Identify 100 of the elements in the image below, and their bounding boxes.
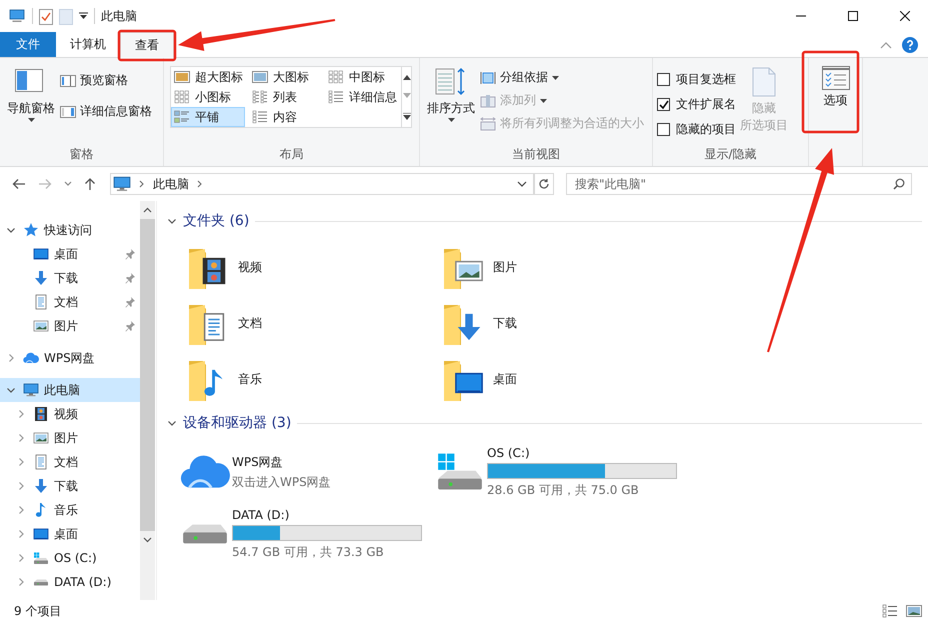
drive-name[interactable]: WPS网盘 bbox=[232, 454, 331, 470]
chevron-right-icon[interactable] bbox=[16, 553, 26, 563]
chevron-right-icon[interactable] bbox=[139, 180, 145, 188]
annotation-box bbox=[118, 30, 176, 62]
group-label: 布局 bbox=[278, 146, 304, 163]
navigation-pane-button[interactable]: 导航窗格 bbox=[4, 62, 58, 144]
layout-option[interactable]: 大图标 bbox=[249, 67, 321, 87]
layout-option[interactable]: 中图标 bbox=[325, 67, 401, 87]
section-header[interactable]: 设备和驱动器 (3) bbox=[183, 414, 292, 432]
list-icon bbox=[252, 110, 268, 124]
chevron-right-icon[interactable] bbox=[16, 505, 26, 515]
checklist-icon[interactable] bbox=[39, 8, 53, 24]
nav-item[interactable]: 下载 bbox=[0, 266, 140, 290]
nav-item[interactable]: WPS网盘 bbox=[0, 346, 140, 370]
checkbox[interactable]: 隐藏的项目 bbox=[657, 121, 736, 138]
search-field[interactable]: 搜索"此电脑" bbox=[566, 173, 912, 195]
nav-item[interactable]: OS (C:) bbox=[0, 546, 140, 570]
help-icon[interactable] bbox=[902, 36, 918, 52]
nav-item[interactable]: 图片 bbox=[0, 426, 140, 450]
layout-option[interactable]: 详细信息 bbox=[325, 87, 401, 107]
nav-item[interactable]: 桌面 bbox=[0, 522, 140, 546]
folder-name[interactable]: 视频 bbox=[238, 258, 262, 276]
layout-option[interactable]: 内容 bbox=[249, 107, 321, 127]
layout-option[interactable]: 平铺 bbox=[171, 107, 245, 127]
customize-caret-icon[interactable] bbox=[79, 12, 88, 20]
caret-icon bbox=[552, 76, 559, 80]
ribbon-tab[interactable]: 查看 bbox=[120, 32, 174, 58]
chevron-right-icon[interactable] bbox=[6, 353, 16, 363]
file-menu-button[interactable]: 文件 bbox=[0, 32, 56, 57]
chevron-down-icon[interactable] bbox=[167, 216, 177, 226]
chevron-right-icon[interactable] bbox=[16, 433, 26, 443]
folder-name[interactable]: 音乐 bbox=[238, 370, 262, 388]
chevron-right-icon[interactable] bbox=[197, 180, 203, 188]
chevron-right-icon[interactable] bbox=[16, 577, 26, 587]
layout-option[interactable]: 小图标 bbox=[171, 87, 245, 107]
folder-name[interactable]: 图片 bbox=[493, 258, 517, 276]
nav-item[interactable]: 图片 bbox=[0, 314, 140, 338]
group-by-button[interactable]: 分组依据 bbox=[480, 69, 559, 86]
back-icon[interactable] bbox=[12, 178, 26, 190]
options-button[interactable]: 选项 bbox=[818, 62, 852, 144]
computer-icon bbox=[23, 382, 39, 398]
group-icon bbox=[480, 70, 496, 84]
chevron-right-icon[interactable] bbox=[16, 409, 26, 419]
drive-description: 双击进入WPS网盘 bbox=[232, 474, 331, 490]
section-header[interactable]: 文件夹 (6) bbox=[183, 212, 250, 230]
chevron-down-icon[interactable] bbox=[6, 385, 16, 395]
layout-option[interactable]: 超大图标 bbox=[171, 67, 245, 87]
sort-icon bbox=[435, 66, 467, 98]
up-arrow-icon[interactable] bbox=[84, 177, 96, 191]
breadcrumb[interactable]: 此电脑 bbox=[153, 176, 189, 192]
image-icon bbox=[33, 318, 49, 334]
large-icons-view-icon[interactable] bbox=[906, 604, 922, 618]
scroll-up-icon[interactable] bbox=[402, 74, 410, 80]
nav-item[interactable]: 音乐 bbox=[0, 498, 140, 522]
expand-gallery-icon[interactable] bbox=[402, 113, 410, 120]
recent-locations-icon[interactable] bbox=[64, 181, 72, 187]
window-title: 此电脑 bbox=[101, 8, 137, 24]
checkbox[interactable]: 文件扩展名 bbox=[657, 96, 736, 113]
collapse-ribbon-icon[interactable] bbox=[880, 40, 892, 48]
chevron-right-icon[interactable] bbox=[16, 529, 26, 539]
computer-icon[interactable] bbox=[8, 8, 26, 24]
details-pane-button[interactable]: 详细信息窗格 bbox=[60, 103, 152, 120]
layout-option[interactable]: 列表 bbox=[249, 87, 321, 107]
screen-icon bbox=[33, 526, 49, 542]
drive-name[interactable]: DATA (D:) bbox=[232, 508, 422, 522]
dropdown-icon[interactable] bbox=[517, 181, 527, 187]
nav-item[interactable]: 下载 bbox=[0, 474, 140, 498]
folder-name[interactable]: 文档 bbox=[238, 314, 262, 332]
nav-item[interactable]: 桌面 bbox=[0, 242, 140, 266]
group-label: 窗格 bbox=[68, 146, 94, 163]
screen-icon bbox=[33, 246, 49, 262]
ribbon-tab[interactable]: 计算机 bbox=[56, 32, 120, 57]
checkbox[interactable]: 项目复选框 bbox=[657, 71, 736, 88]
document-icon bbox=[33, 454, 49, 470]
nav-item[interactable]: 文档 bbox=[0, 450, 140, 474]
pane-layout-icon bbox=[60, 74, 76, 88]
scroll-down-icon[interactable] bbox=[143, 537, 152, 543]
drive-name[interactable]: OS (C:) bbox=[487, 446, 677, 460]
search-icon bbox=[893, 178, 905, 190]
nav-item[interactable]: DATA (D:) bbox=[0, 570, 140, 594]
chevron-down-icon[interactable] bbox=[167, 418, 177, 428]
sort-button[interactable]: 排序方式 bbox=[424, 62, 478, 144]
chevron-down-icon[interactable] bbox=[6, 225, 16, 235]
nav-item[interactable]: 快速访问 bbox=[0, 218, 140, 242]
down-arrow-icon bbox=[33, 478, 49, 494]
nav-item[interactable]: 此电脑 bbox=[0, 378, 140, 402]
refresh-button[interactable] bbox=[534, 173, 554, 195]
folder-name[interactable]: 桌面 bbox=[493, 370, 517, 388]
scroll-up-icon[interactable] bbox=[143, 207, 152, 213]
preview-pane-button[interactable]: 预览窗格 bbox=[60, 72, 128, 89]
address-field[interactable]: 此电脑 bbox=[110, 173, 534, 195]
nav-item[interactable]: 视频 bbox=[0, 402, 140, 426]
scrollbar[interactable] bbox=[140, 201, 155, 600]
details-view-icon[interactable] bbox=[882, 604, 898, 618]
chevron-right-icon[interactable] bbox=[16, 481, 26, 491]
group-label: 当前视图 bbox=[511, 146, 561, 163]
caret-icon bbox=[28, 118, 34, 122]
folder-name[interactable]: 下载 bbox=[493, 314, 517, 332]
nav-item[interactable]: 文档 bbox=[0, 290, 140, 314]
chevron-right-icon[interactable] bbox=[16, 457, 26, 467]
